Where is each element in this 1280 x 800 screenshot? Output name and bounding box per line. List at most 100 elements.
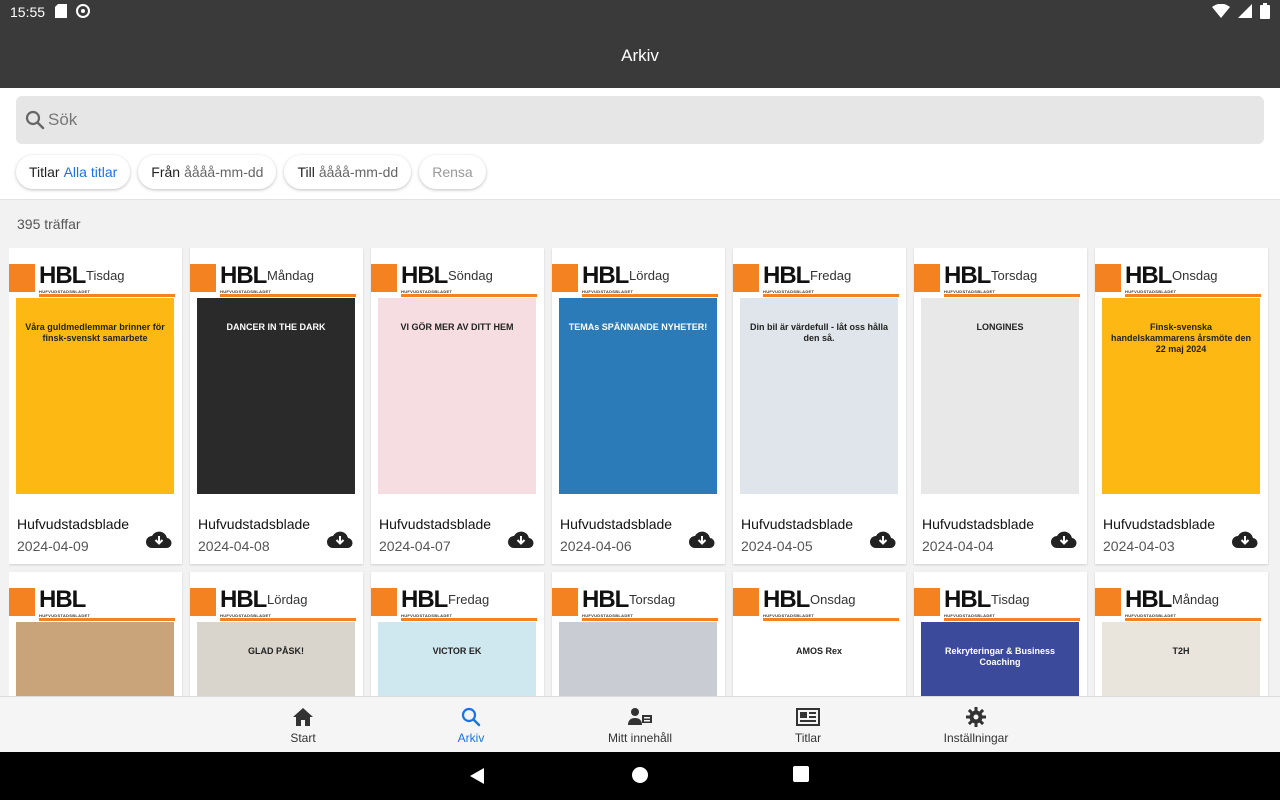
issue-card[interactable]: HBL Lördag HUFVUDSTADSBLADET GLAD PÅSK! <box>190 572 363 696</box>
home-button-icon[interactable] <box>631 766 651 786</box>
cloud-download-icon[interactable] <box>146 530 172 550</box>
issue-card[interactable]: HBL Måndag HUFVUDSTADSBLADET T2H <box>1095 572 1268 696</box>
titles-filter-chip[interactable]: Titlar Alla titlar <box>16 155 131 189</box>
masthead-square <box>733 588 759 616</box>
masthead: HBL Måndag HUFVUDSTADSBLADET <box>1095 586 1268 621</box>
issue-card[interactable]: HBL Onsdag HUFVUDSTADSBLADET AMOS Rex <box>733 572 906 696</box>
gear-icon <box>964 705 988 729</box>
issue-date: 2024-04-07 <box>379 538 451 554</box>
issue-card[interactable]: HBL HUFVUDSTADSBLADET <box>9 572 182 696</box>
issue-card[interactable]: HBL Torsdag HUFVUDSTADSBLADET <box>552 572 725 696</box>
cover-image: Rekryteringar & Business Coaching <box>921 622 1079 696</box>
issue-date: 2024-04-04 <box>922 538 994 554</box>
issue-cover[interactable]: HBL Lördag HUFVUDSTADSBLADET TEMAs SPÄNNAND… <box>552 248 725 500</box>
result-count: 395 träffar <box>17 216 81 232</box>
masthead-logo: HBL <box>1125 262 1172 289</box>
cover-headline: T2H <box>1172 646 1190 656</box>
issue-card[interactable]: HBL Tisdag HUFVUDSTADSBLADET Våra guldmedle… <box>9 248 182 564</box>
masthead-rule <box>1125 618 1261 621</box>
masthead-logo: HBL <box>39 262 86 289</box>
issue-title: Hufvudstadsblade <box>741 516 854 532</box>
to-date-chip[interactable]: Till åååå-mm-dd <box>284 155 412 189</box>
issue-card[interactable]: HBL Torsdag HUFVUDSTADSBLADET LONGINES Hufvu… <box>914 248 1087 564</box>
masthead-rule <box>763 618 899 621</box>
cover-image <box>16 622 174 696</box>
clear-filters-button[interactable]: Rensa <box>419 155 486 189</box>
issue-date: 2024-04-08 <box>198 538 270 554</box>
nav-titlar[interactable]: Titlar <box>748 697 868 753</box>
issue-cover[interactable]: HBL Tisdag HUFVUDSTADSBLADET Våra guldmedle… <box>9 248 182 500</box>
issue-card[interactable]: HBL Fredag HUFVUDSTADSBLADET Din bil är vär… <box>733 248 906 564</box>
issue-cover[interactable]: HBL Torsdag HUFVUDSTADSBLADET <box>552 572 725 696</box>
masthead-rule <box>763 294 899 297</box>
search-icon <box>24 109 46 131</box>
issue-cover[interactable]: HBL Lördag HUFVUDSTADSBLADET GLAD PÅSK! <box>190 572 363 696</box>
issue-title: Hufvudstadsblade <box>198 516 311 532</box>
cover-image: LONGINES <box>921 298 1079 494</box>
issue-card[interactable]: HBL Söndag HUFVUDSTADSBLADET VI GÖR MER AV … <box>371 248 544 564</box>
issue-card[interactable]: HBL Tisdag HUFVUDSTADSBLADET Rekryteringar … <box>914 572 1087 696</box>
issue-date: 2024-04-05 <box>741 538 813 554</box>
nav-arkiv[interactable]: Arkiv <box>411 697 531 753</box>
cloud-download-icon[interactable] <box>689 530 715 550</box>
from-date-chip[interactable]: Från åååå-mm-dd <box>138 155 277 189</box>
issue-date: 2024-04-09 <box>17 538 89 554</box>
issue-cover[interactable]: HBL Fredag HUFVUDSTADSBLADET Din bil är vär… <box>733 248 906 500</box>
cover-headline: Finsk-svenska handelskammarens årsmöte d… <box>1110 322 1252 354</box>
issue-weekday: Fredag <box>448 592 490 607</box>
cloud-download-icon[interactable] <box>870 530 896 550</box>
masthead-rule <box>401 618 537 621</box>
issue-card[interactable]: HBL Måndag HUFVUDSTADSBLADET DANCER IN THE … <box>190 248 363 564</box>
issue-cover[interactable]: HBL Fredag HUFVUDSTADSBLADET VICTOR EK <box>371 572 544 696</box>
cover-headline: VI GÖR MER AV DITT HEM <box>400 322 514 332</box>
cover-image: Finsk-svenska handelskammarens årsmöte d… <box>1102 298 1260 494</box>
issue-card[interactable]: HBL Lördag HUFVUDSTADSBLADET TEMAs SPÄNNAND… <box>552 248 725 564</box>
cover-image: TEMAs SPÄNNANDE NYHETER! <box>559 298 717 494</box>
issue-card[interactable]: HBL Fredag HUFVUDSTADSBLADET VICTOR EK <box>371 572 544 696</box>
nav-installningar[interactable]: Inställningar <box>916 697 1036 753</box>
masthead-rule <box>944 618 1080 621</box>
filter-area: Sök Titlar Alla titlar Från åååå-mm-dd T… <box>0 88 1280 200</box>
masthead-rule <box>220 618 356 621</box>
issue-cover[interactable]: HBL Måndag HUFVUDSTADSBLADET T2H <box>1095 572 1268 696</box>
cloud-download-icon[interactable] <box>508 530 534 550</box>
issue-cover[interactable]: HBL Torsdag HUFVUDSTADSBLADET LONGINES <box>914 248 1087 500</box>
issue-cover[interactable]: HBL HUFVUDSTADSBLADET <box>9 572 182 696</box>
nav-label: Arkiv <box>457 731 485 745</box>
masthead-square <box>914 264 940 292</box>
cloud-download-icon[interactable] <box>327 530 353 550</box>
back-icon[interactable] <box>468 766 488 786</box>
recents-icon[interactable] <box>793 766 813 786</box>
newspaper-icon <box>796 705 820 729</box>
issue-weekday: Tisdag <box>86 268 125 283</box>
issue-card[interactable]: HBL Onsdag HUFVUDSTADSBLADET Finsk-svenska … <box>1095 248 1268 564</box>
chip-label: Till <box>297 164 315 180</box>
filter-chips: Titlar Alla titlar Från åååå-mm-dd Till … <box>16 155 486 189</box>
search-input[interactable]: Sök <box>16 96 1264 144</box>
masthead-rule <box>220 294 356 297</box>
issue-cover[interactable]: HBL Onsdag HUFVUDSTADSBLADET AMOS Rex <box>733 572 906 696</box>
search-icon <box>459 705 483 729</box>
cover-image: VI GÖR MER AV DITT HEM <box>378 298 536 494</box>
masthead: HBL Fredag HUFVUDSTADSBLADET <box>371 586 544 621</box>
issue-title: Hufvudstadsblade <box>922 516 1035 532</box>
masthead-logo: HBL <box>582 262 629 289</box>
issue-weekday: Måndag <box>1172 592 1219 607</box>
masthead-square <box>1095 588 1121 616</box>
issue-cover[interactable]: HBL Söndag HUFVUDSTADSBLADET VI GÖR MER AV … <box>371 248 544 500</box>
issue-cover[interactable]: HBL Måndag HUFVUDSTADSBLADET DANCER IN THE … <box>190 248 363 500</box>
issue-title: Hufvudstadsblade <box>17 516 130 532</box>
cloud-download-icon[interactable] <box>1051 530 1077 550</box>
nav-start[interactable]: Start <box>243 697 363 753</box>
chip-value: åååå-mm-dd <box>184 164 264 180</box>
cover-headline: Rekryteringar & Business Coaching <box>944 646 1056 667</box>
masthead: HBL Tisdag HUFVUDSTADSBLADET <box>9 262 182 297</box>
masthead-square <box>190 588 216 616</box>
nav-mitt-innehall[interactable]: Mitt innehåll <box>580 697 700 753</box>
issue-cover[interactable]: HBL Tisdag HUFVUDSTADSBLADET Rekryteringar … <box>914 572 1087 696</box>
cloud-download-icon[interactable] <box>1232 530 1258 550</box>
issue-weekday: Tisdag <box>991 592 1030 607</box>
masthead-logo: HBL <box>220 262 267 289</box>
nav-label: Titlar <box>794 731 822 745</box>
issue-cover[interactable]: HBL Onsdag HUFVUDSTADSBLADET Finsk-svenska … <box>1095 248 1268 500</box>
